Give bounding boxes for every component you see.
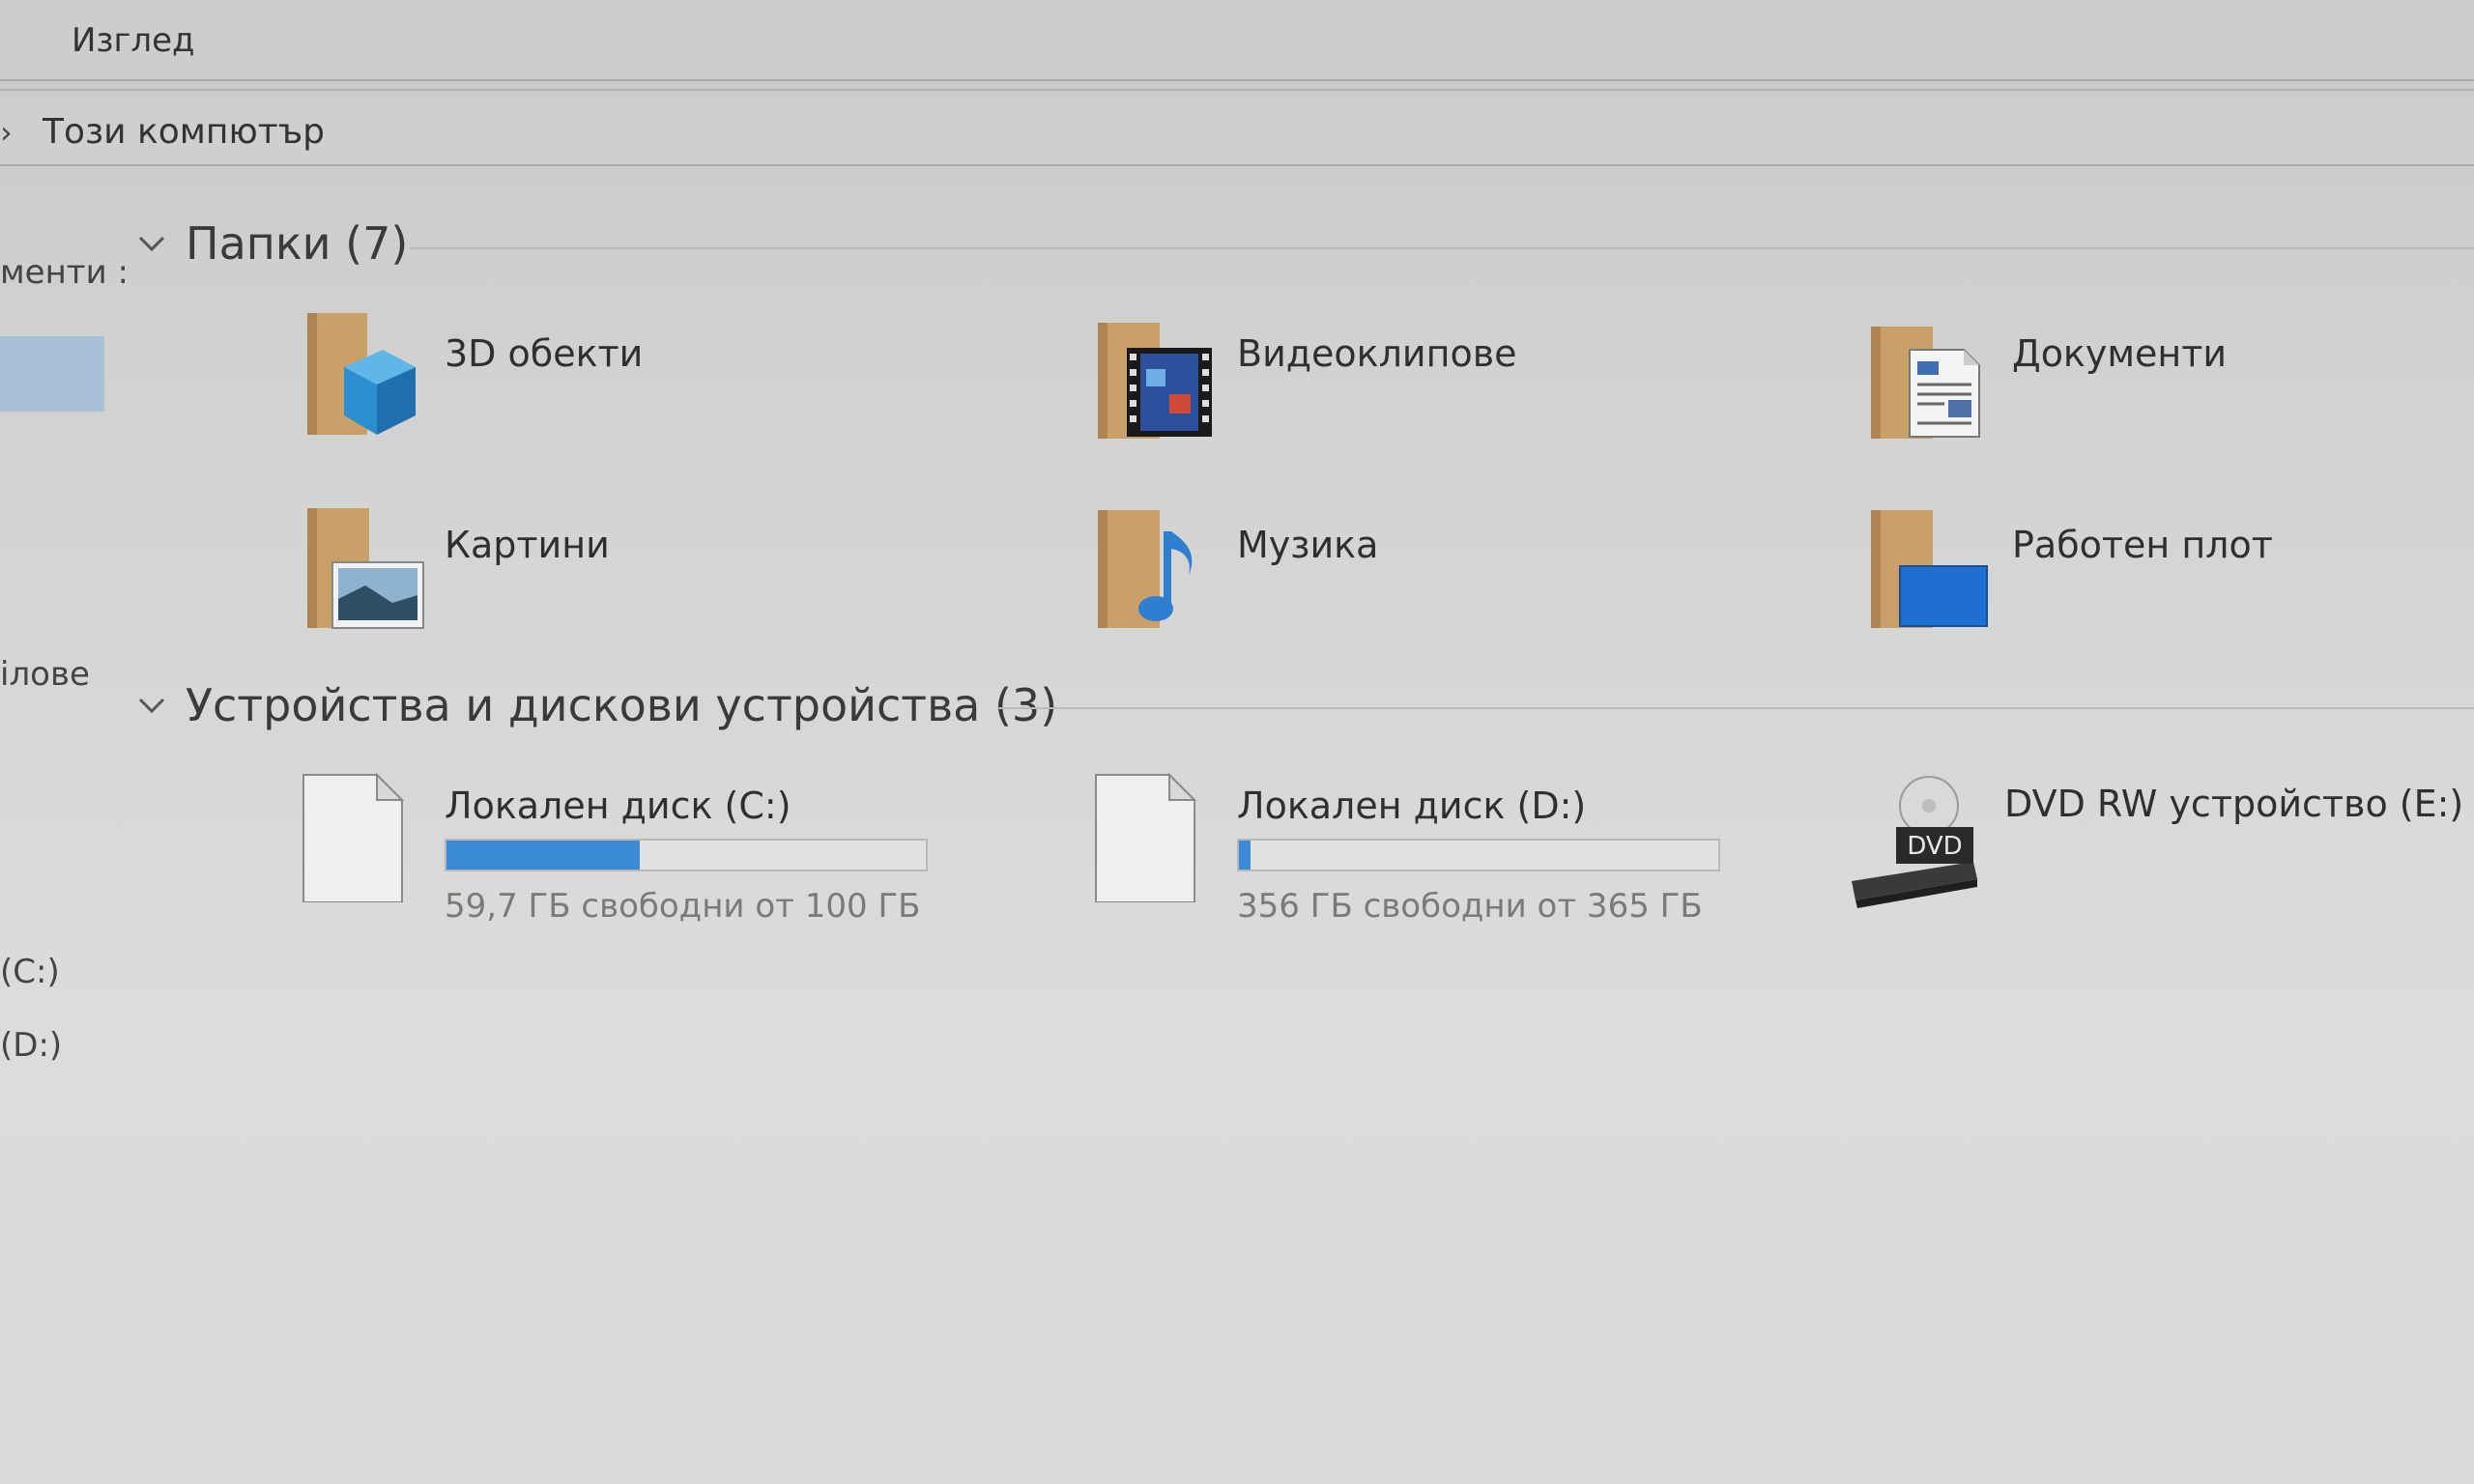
drive-usage-fill — [1239, 841, 1251, 870]
folder-label: Видеоклипове — [1237, 332, 1517, 375]
ribbon: Изглед — [0, 0, 2474, 81]
file-explorer-window: Изглед › Този компютър менти : iлове (C:… — [0, 0, 2474, 1484]
drive-icon — [1095, 772, 1197, 902]
breadcrumb-this-pc[interactable]: Този компютър — [43, 112, 325, 152]
folder-documents[interactable]: Документи — [1867, 311, 2474, 456]
desktop-folder-icon — [1871, 510, 1988, 628]
view-tab[interactable]: Изглед — [72, 21, 195, 60]
nav-item-documents[interactable]: менти : — [0, 253, 129, 292]
drive-usage-fill — [446, 841, 640, 870]
section-divider — [997, 707, 2474, 709]
folder-label: Картини — [445, 524, 610, 566]
documents-folder-icon — [1871, 327, 1980, 439]
folders-section-title: Папки (7) — [186, 217, 409, 270]
drive-e-dvd[interactable]: DVD DVD RW устройство (E:) — [1848, 773, 2474, 918]
nav-item-files[interactable]: iлове — [0, 655, 90, 694]
folder-label: 3D обекти — [445, 332, 644, 375]
folder-music[interactable]: Музика — [1092, 502, 1827, 647]
drive-label: DVD RW устройство (E:) — [2004, 783, 2464, 825]
chevron-down-icon[interactable] — [135, 689, 168, 722]
folder-label: Работен плот — [2012, 524, 2273, 566]
folder-pictures[interactable]: Картини — [300, 502, 1034, 647]
folder-label: Документи — [2012, 332, 2228, 375]
folders-section-header[interactable]: Папки (7) — [135, 214, 408, 272]
drive-label: Локален диск (D:) — [1237, 785, 1587, 827]
drive-label: Локален диск (C:) — [445, 785, 791, 827]
drive-usage-bar — [445, 839, 928, 871]
drive-usage-bar — [1237, 839, 1720, 871]
pictures-folder-icon — [307, 508, 424, 629]
3d-objects-folder-icon — [307, 313, 416, 435]
svg-text:DVD: DVD — [1907, 832, 1962, 861]
nav-item-drive-c[interactable]: (C:) — [0, 953, 60, 991]
folder-3d-objects[interactable]: 3D обекти — [300, 311, 1034, 456]
folder-label: Музика — [1237, 524, 1379, 566]
drive-c[interactable]: Локален диск (C:) 59,7 ГБ свободни от 10… — [300, 767, 1034, 926]
drive-icon — [302, 772, 405, 902]
chevron-right-icon[interactable]: › — [0, 114, 13, 151]
devices-section-header[interactable]: Устройства и дискови устройства (3) — [135, 676, 1057, 734]
folder-desktop[interactable]: Работен плот — [1867, 502, 2474, 647]
drive-free-space: 59,7 ГБ свободни от 100 ГБ — [445, 887, 921, 926]
nav-item-selected[interactable] — [0, 336, 104, 412]
folder-videos[interactable]: Видеоклипове — [1092, 311, 1827, 456]
chevron-down-icon[interactable] — [135, 227, 168, 260]
music-folder-icon — [1098, 510, 1193, 628]
devices-section-title: Устройства и дискови устройства (3) — [186, 679, 1058, 731]
ribbon-divider — [0, 89, 2474, 91]
address-bar[interactable]: › Този компютър — [0, 97, 2474, 166]
drive-free-space: 356 ГБ свободни от 365 ГБ — [1237, 887, 1703, 926]
drive-d[interactable]: Локален диск (D:) 356 ГБ свободни от 365… — [1092, 767, 1827, 926]
section-divider — [410, 247, 2474, 249]
videos-folder-icon — [1098, 323, 1212, 439]
nav-item-drive-d[interactable]: (D:) — [0, 1026, 62, 1065]
dvd-drive-icon: DVD — [1852, 776, 1977, 908]
